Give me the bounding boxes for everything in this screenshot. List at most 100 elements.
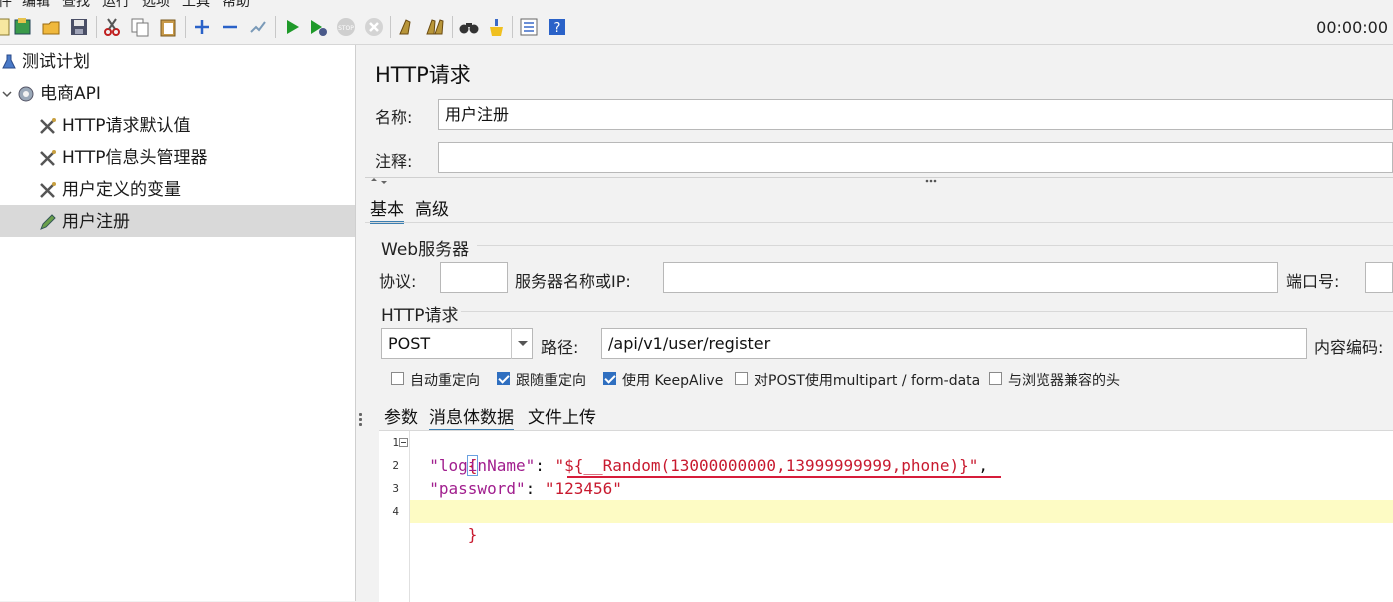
tree-node-http-defaults[interactable]: HTTP请求默认值 xyxy=(38,111,191,141)
auto-redirect-checkbox[interactable] xyxy=(391,372,404,385)
body-data-editor[interactable]: 1 2 3 4 { "loginName": "${__Random(13000… xyxy=(379,430,1393,602)
templates-icon[interactable] xyxy=(12,16,34,38)
json-colon: : xyxy=(525,479,545,498)
menu-item-help[interactable]: 帮助 xyxy=(222,0,250,10)
keepalive-label: 使用 KeepAlive xyxy=(622,373,724,389)
tree-node-thread-group[interactable]: 电商API xyxy=(2,79,101,109)
fold-icon[interactable] xyxy=(399,438,408,447)
toggle-icon[interactable] xyxy=(247,16,269,38)
function-helper-icon[interactable] xyxy=(518,16,540,38)
collapse-icon[interactable] xyxy=(219,16,241,38)
stop-icon[interactable]: STOP xyxy=(335,16,357,38)
tree-node-label: 用户定义的变量 xyxy=(62,180,181,200)
menu-item-tools[interactable]: 工具 xyxy=(182,0,210,10)
multipart-checkbox[interactable] xyxy=(735,372,748,385)
json-comma: , xyxy=(978,456,988,475)
elapsed-timer: 00:00:00 xyxy=(1316,18,1388,37)
tab-file-upload[interactable]: 文件上传 xyxy=(528,403,596,428)
close-brace: } xyxy=(467,525,478,544)
line-number: 2 xyxy=(392,459,399,472)
http-request-group-title: HTTP请求 xyxy=(381,306,459,326)
line-number: 3 xyxy=(392,482,399,495)
config-element-icon xyxy=(40,118,56,134)
code-line-4: } xyxy=(410,500,478,544)
tree-node-label: 电商API xyxy=(40,84,101,104)
tree-node-user-variables[interactable]: 用户定义的变量 xyxy=(38,175,181,205)
reset-search-icon[interactable] xyxy=(485,16,507,38)
line-number: 1 xyxy=(392,436,399,449)
browser-headers-checkbox[interactable] xyxy=(989,372,1002,385)
auto-redirect-label: 自动重定向 xyxy=(410,373,480,389)
collapse-divider[interactable] xyxy=(365,177,1393,186)
clear-all-icon[interactable] xyxy=(424,16,446,38)
tab-body-data[interactable]: 消息体数据 xyxy=(429,403,514,432)
code-line-2: "loginName": "${__Random(13000000000,139… xyxy=(410,454,988,477)
clear-icon[interactable] xyxy=(396,16,418,38)
copy-icon[interactable] xyxy=(129,16,151,38)
expand-icon[interactable] xyxy=(191,16,213,38)
tree-node-header-manager[interactable]: HTTP信息头管理器 xyxy=(38,143,208,173)
start-no-pause-icon[interactable] xyxy=(307,16,329,38)
start-icon[interactable] xyxy=(281,16,303,38)
annotation-underline xyxy=(567,476,1001,478)
drag-handle-icon[interactable] xyxy=(924,178,938,184)
thread-group-icon xyxy=(18,86,34,102)
multipart-label: 对POST使用multipart / form-data xyxy=(754,373,981,389)
tree-node-user-register[interactable]: 用户注册 xyxy=(38,207,130,237)
chevron-down-icon[interactable] xyxy=(2,85,12,103)
toolbar: STOP ? 00:00:00 xyxy=(0,10,1393,45)
tab-parameters[interactable]: 参数 xyxy=(384,403,418,428)
menu-bar: 件 编辑 查找 运行 选项 工具 帮助 xyxy=(0,0,1393,10)
tab-basic[interactable]: 基本 xyxy=(370,195,404,224)
sampler-pencil-icon xyxy=(40,214,56,230)
config-element-icon xyxy=(40,150,56,166)
cut-icon[interactable] xyxy=(101,16,123,38)
menu-item-file[interactable]: 件 xyxy=(0,0,12,10)
json-string-value: "123456" xyxy=(544,479,622,498)
method-value: POST xyxy=(388,334,431,353)
tree-node-label: HTTP请求默认值 xyxy=(62,116,191,136)
page-title: HTTP请求 xyxy=(375,63,471,87)
follow-redirects-label: 跟随重定向 xyxy=(516,373,586,389)
menu-item-options[interactable]: 选项 xyxy=(142,0,170,10)
split-pane-divider[interactable] xyxy=(356,45,365,601)
collapse-arrows-icon[interactable] xyxy=(369,177,389,185)
path-label: 路径: xyxy=(541,338,579,357)
protocol-label: 协议: xyxy=(379,272,417,291)
json-key: "password" xyxy=(429,479,526,498)
help-icon[interactable]: ? xyxy=(546,16,568,38)
svg-text:STOP: STOP xyxy=(338,25,354,32)
test-plan-tree: 测试计划 电商API HTTP请求默认值 HTTP信息头管理器 用户定义的变量 … xyxy=(0,45,356,601)
server-label: 服务器名称或IP: xyxy=(515,272,631,291)
name-field[interactable]: 用户注册 xyxy=(438,99,1393,130)
shutdown-icon[interactable] xyxy=(363,16,385,38)
open-icon[interactable] xyxy=(40,16,62,38)
tab-advanced[interactable]: 高级 xyxy=(415,195,449,220)
menu-item-run[interactable]: 运行 xyxy=(102,0,130,10)
line-number-gutter: 1 2 3 4 xyxy=(379,431,410,602)
protocol-field[interactable] xyxy=(440,262,508,293)
server-field[interactable] xyxy=(663,262,1278,293)
tree-node-label: 测试计划 xyxy=(22,52,90,72)
comment-field[interactable] xyxy=(438,142,1393,173)
port-field[interactable] xyxy=(1365,262,1393,293)
http-request-panel: HTTP请求 名称: 用户注册 注释: 基本 高级 Web服务器 协议: 服务器… xyxy=(365,45,1393,602)
save-icon[interactable] xyxy=(68,16,90,38)
menu-item-edit[interactable]: 编辑 xyxy=(22,0,50,10)
port-label: 端口号: xyxy=(1286,272,1340,291)
follow-redirects-checkbox[interactable] xyxy=(497,372,510,385)
menu-item-search[interactable]: 查找 xyxy=(62,0,90,10)
comment-label: 注释: xyxy=(375,152,413,171)
search-icon[interactable] xyxy=(458,16,480,38)
tree-node-label: HTTP信息头管理器 xyxy=(62,148,208,168)
code-line-1: { xyxy=(410,431,479,476)
line-number: 4 xyxy=(392,505,399,518)
config-element-icon xyxy=(40,182,56,198)
paste-icon[interactable] xyxy=(157,16,179,38)
keepalive-checkbox[interactable] xyxy=(603,372,616,385)
path-field[interactable]: /api/v1/user/register xyxy=(601,328,1307,359)
tree-node-test-plan[interactable]: 测试计划 xyxy=(0,47,90,77)
chevron-down-icon[interactable] xyxy=(511,328,533,359)
web-server-group-title: Web服务器 xyxy=(381,240,470,260)
browser-headers-label: 与浏览器兼容的头 xyxy=(1008,373,1120,389)
